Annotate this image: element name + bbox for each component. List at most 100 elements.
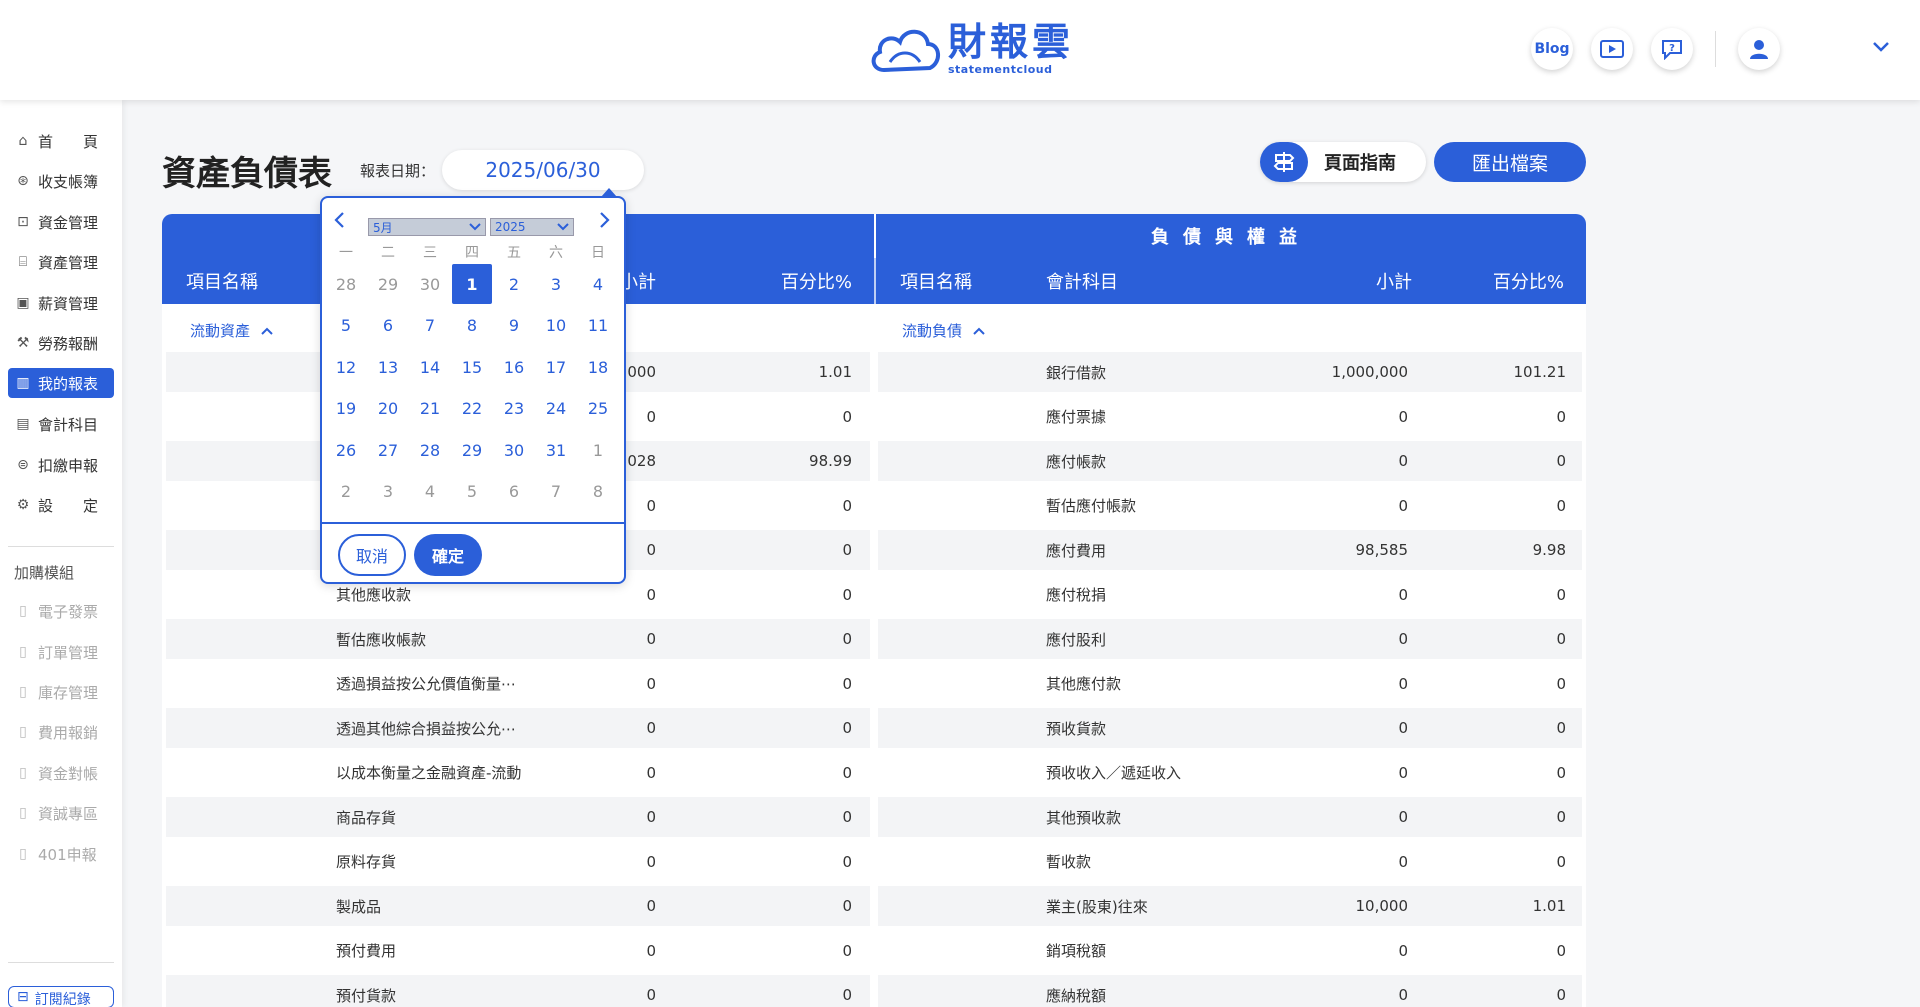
sidebar-item-assets[interactable]: ⌸ 資產管理 [8,247,114,277]
datepicker-confirm-button[interactable]: 確定 [414,534,482,576]
sidebar-addon-einvoice[interactable]: ▯ 電子發票 [8,596,114,626]
sidebar-addon-inventory[interactable]: ▯ 庫存管理 [8,677,114,707]
calendar-day[interactable]: 3 [368,472,408,512]
report-date-input[interactable]: 2025/06/30 [442,150,644,190]
calendar-day[interactable]: 29 [452,430,492,470]
calendar-day[interactable]: 2 [494,264,534,304]
sidebar-addon-expenses[interactable]: ▯ 費用報銷 [8,717,114,747]
brand-logo[interactable]: 財報雲 statementcloud [868,22,1074,76]
calendar-day[interactable]: 12 [326,347,366,387]
calendar-day[interactable]: 15 [452,347,492,387]
subscription-button[interactable]: ⊟ 訂閱紀錄 [8,986,114,1007]
calendar-day[interactable]: 4 [578,264,618,304]
calendar-day[interactable]: 9 [494,306,534,346]
row-percent: 0 [842,541,852,559]
datepicker-cancel-button[interactable]: 取消 [338,534,406,576]
blog-button[interactable]: Blog [1531,28,1573,70]
calendar-day[interactable]: 17 [536,347,576,387]
calendar-day[interactable]: 16 [494,347,534,387]
row-account: 銀行借款 [1046,363,1107,382]
calendar-day[interactable]: 1 [578,430,618,470]
current-assets-group[interactable]: 流動資產 [190,320,274,341]
calendar-day[interactable]: 6 [494,472,534,512]
prev-month-button[interactable] [332,210,346,236]
calendar-day[interactable]: 19 [326,389,366,429]
video-tutorial-button[interactable] [1591,28,1633,70]
calendar-day[interactable]: 13 [368,347,408,387]
calendar-day[interactable]: 21 [410,389,450,429]
table-row: 原料存貨 0 0 [166,842,870,882]
month-select[interactable]: 5月 [368,218,486,236]
sidebar-item-withholding[interactable]: ⊜ 扣繳申報 [8,450,114,480]
sidebar-item-labor[interactable]: ⚒ 勞務報酬 [8,328,114,358]
sidebar-item-home[interactable]: ⌂ 首 頁 [8,126,114,156]
sidebar-item-ledger[interactable]: ⊛ 收支帳簿 [8,166,114,196]
export-button[interactable]: 匯出檔案 [1434,142,1586,182]
current-liabilities-group[interactable]: 流動負債 [902,320,986,341]
calendar-day[interactable]: 28 [326,264,366,304]
row-percent: 0 [842,852,852,871]
calendar-day[interactable]: 7 [410,306,450,346]
user-avatar-button[interactable] [1738,28,1780,70]
calendar-day[interactable]: 22 [452,389,492,429]
calendar-day[interactable]: 4 [410,472,450,512]
sidebar-addon-reconcile[interactable]: ▯ 資金對帳 [8,758,114,788]
sidebar-item-accounts[interactable]: ▤ 會計科目 [8,409,114,439]
row-subtotal: 0 [1398,407,1408,426]
sidebar-item-reports[interactable]: ▥ 我的報表 [8,368,114,398]
row-account: 應付股利 [1046,630,1107,649]
account-menu-toggle[interactable] [1872,38,1890,57]
page-guide-button[interactable]: 頁面指南 [1260,142,1426,182]
calendar-day[interactable]: 11 [578,306,618,346]
table-row: 透過其他綜合損益按公允⋯ 0 0 [166,708,870,748]
row-account: 暫收款 [1046,853,1092,871]
year-select[interactable]: 2025 [490,218,574,236]
row-subtotal: 0 [1398,808,1408,826]
calendar-day[interactable]: 26 [326,430,366,470]
calendar-day[interactable]: 10 [536,306,576,346]
calendar-day[interactable]: 8 [578,472,618,512]
calendar-day[interactable]: 1 [452,264,492,304]
chevron-up-icon [973,327,985,335]
row-percent: 0 [1556,763,1566,782]
row-percent: 0 [1556,496,1566,515]
row-percent: 0 [842,585,852,604]
calendar-day[interactable]: 23 [494,389,534,429]
sidebar-item-settings[interactable]: ⚙ 設 定 [8,490,114,520]
calendar-day[interactable]: 28 [410,430,450,470]
calendar-day[interactable]: 8 [452,306,492,346]
row-percent: 0 [842,674,852,693]
calendar-day[interactable]: 5 [452,472,492,512]
sidebar-addon-401[interactable]: ▯ 401申報 [8,839,114,869]
calendar-day[interactable]: 2 [326,472,366,512]
sidebar-item-payroll[interactable]: ▣ 薪資管理 [8,288,114,318]
calendar-day[interactable]: 7 [536,472,576,512]
row-percent: 101.21 [1513,363,1567,381]
calendar-day[interactable]: 29 [368,264,408,304]
table-row: 其他預收款 0 0 [878,797,1582,837]
calendar-day[interactable]: 30 [494,430,534,470]
calendar-day[interactable]: 18 [578,347,618,387]
calendar-day[interactable]: 27 [368,430,408,470]
calendar-day[interactable]: 30 [410,264,450,304]
calendar-day[interactable]: 14 [410,347,450,387]
sidebar-item-funds[interactable]: ⊡ 資金管理 [8,207,114,237]
row-percent: 0 [842,719,852,737]
table-row: 以成本衡量之金融資產-流動 0 0 [166,753,870,793]
next-month-button[interactable] [598,210,612,236]
row-account: 業主(股東)往來 [1046,897,1148,916]
calendar-day[interactable]: 31 [536,430,576,470]
weekday-label: 六 [549,245,563,261]
row-item-name: 原料存貨 [336,853,397,871]
help-chat-button[interactable]: ? [1651,28,1693,70]
calendar-day[interactable]: 6 [368,306,408,346]
calendar-day[interactable]: 5 [326,306,366,346]
calendar-day[interactable]: 25 [578,389,618,429]
sidebar-addon-pwc[interactable]: ▯ 資誠專區 [8,798,114,828]
calendar-day[interactable]: 24 [536,389,576,429]
table-row: 銷項稅額 0 0 [878,931,1582,971]
table-row: 預付費用 0 0 [166,931,870,971]
calendar-day[interactable]: 3 [536,264,576,304]
sidebar-addon-orders[interactable]: ▯ 訂單管理 [8,637,114,667]
calendar-day[interactable]: 20 [368,389,408,429]
